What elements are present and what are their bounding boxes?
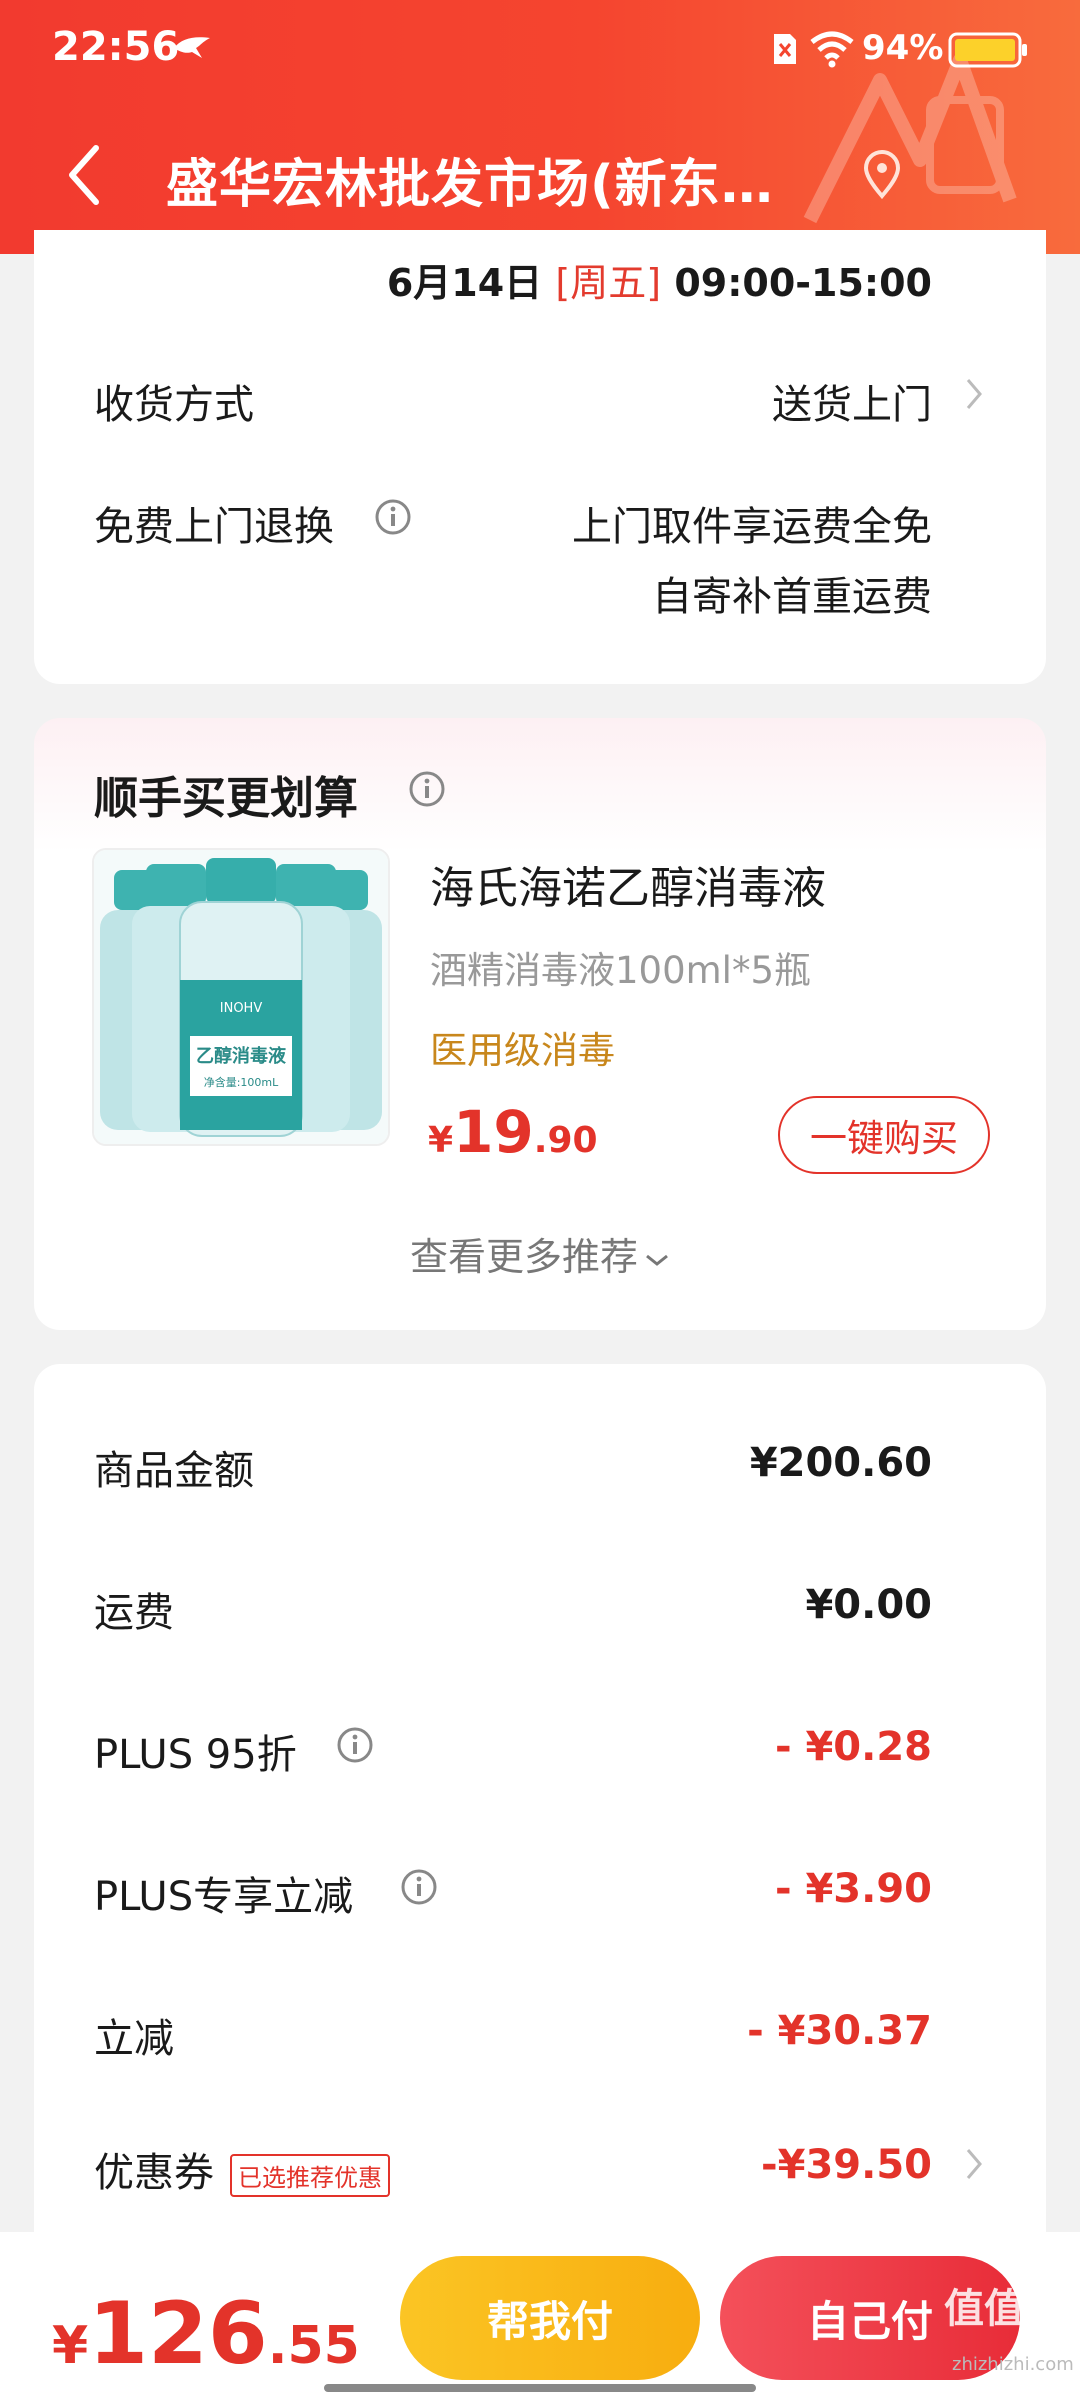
one-click-buy-button[interactable]: 一键购买 <box>778 1096 990 1174</box>
goods-amount-value: ¥200.60 <box>749 1440 932 1486</box>
info-icon[interactable] <box>408 770 446 808</box>
plus95-label: PLUS 95折 <box>94 1732 297 1778</box>
coupon-tag: 已选推荐优惠 <box>230 2153 390 2197</box>
info-icon[interactable] <box>400 1868 438 1906</box>
total-integer: 126 <box>88 2284 268 2384</box>
wifi-icon <box>810 31 854 68</box>
total-decimal: .55 <box>267 2316 360 2376</box>
battery-icon <box>948 32 1027 68</box>
bottle-label-text: 乙醇消毒液 <box>196 1045 287 1067</box>
goods-amount-label: 商品金额 <box>94 1448 254 1494</box>
nav-bar: 盛华宏林批发市场(新东… <box>0 120 1080 230</box>
total-price: ¥126.55 <box>52 2284 360 2384</box>
plus-reduce-label: PLUS专享立减 <box>94 1874 354 1920</box>
shipping-method-value: 送货上门 <box>772 382 932 428</box>
product-name[interactable]: 海氏海诺乙醇消毒液 <box>430 852 826 916</box>
plus-reduce-value: - ¥3.90 <box>774 1866 932 1912</box>
plus95-value: - ¥0.28 <box>774 1724 932 1770</box>
info-icon[interactable] <box>374 498 412 536</box>
watermark-url: zhizhizhi.com <box>952 2354 1074 2375</box>
price-integer: 19 <box>453 1098 534 1166</box>
delivery-time-range: 09:00-15:00 <box>674 261 932 305</box>
product-image[interactable]: INOHV 乙醇消毒液 净含量:100mL <box>92 848 390 1146</box>
delivery-weekday: [周五] <box>555 261 662 305</box>
page-title: 盛华宏林批发市场(新东… <box>166 155 774 215</box>
no-sim-icon <box>774 34 796 64</box>
instant-reduce-value: - ¥30.37 <box>747 2008 932 2054</box>
instant-reduce-label: 立减 <box>94 2016 174 2062</box>
freight-label: 运费 <box>94 1590 174 1636</box>
coupon-label-wrap: 优惠券 已选推荐优惠 <box>94 2140 390 2198</box>
bottle-brand-label: INOHV <box>220 1001 263 1016</box>
recommend-card: 顺手买更划算 INOHV 乙醇消毒液 净含量:100mL 海氏海诺乙醇消毒液 酒… <box>34 718 1046 1330</box>
free-return-value-1: 上门取件享运费全免 <box>572 504 932 550</box>
info-icon[interactable] <box>336 1726 374 1764</box>
price-decimal: .90 <box>533 1120 598 1161</box>
recommend-title: 顺手买更划算 <box>94 773 358 824</box>
delivery-date: 6月14日 <box>386 261 543 305</box>
battery-percent: 94% <box>862 28 944 68</box>
header: 22:56 94% 盛华宏林批发市场(新东… <box>0 0 1080 254</box>
coupon-value: -¥39.50 <box>761 2142 932 2188</box>
chevron-down-icon <box>646 1254 668 1266</box>
product-price: ¥19.90 <box>428 1098 598 1166</box>
coupon-label: 优惠券 <box>94 2150 214 2196</box>
chevron-right-icon <box>966 379 982 409</box>
more-recommend-link[interactable]: 查看更多推荐 <box>34 1226 1046 1281</box>
free-return-label: 免费上门退换 <box>94 504 334 550</box>
product-spec: 酒精消毒液100ml*5瓶 <box>430 949 811 992</box>
back-arrow-icon[interactable] <box>60 142 110 208</box>
total-symbol: ¥ <box>52 2316 89 2376</box>
free-return-value-2: 自寄补首重运费 <box>652 574 932 620</box>
chevron-right-icon <box>966 2149 982 2179</box>
location-pin-icon[interactable] <box>862 150 902 200</box>
shipping-card: 6月14日 [周五] 09:00-15:00 收货方式 送货上门 免费上门退换 … <box>34 230 1046 684</box>
home-indicator[interactable] <box>324 2384 756 2392</box>
watermark: 值值值 <box>944 2286 1064 2332</box>
shipping-method-label: 收货方式 <box>94 382 254 428</box>
notification-bird-icon <box>174 37 210 58</box>
status-bar: 22:56 94% <box>0 0 1080 100</box>
product-tag: 医用级消毒 <box>430 1029 615 1072</box>
help-me-pay-button[interactable]: 帮我付 <box>400 2256 700 2380</box>
checkout-bar: ¥126.55 帮我付 自己付 <box>0 2232 1080 2400</box>
bottle-volume-text: 净含量:100mL <box>204 1075 279 1089</box>
disinfectant-bottles-image: INOHV 乙醇消毒液 净含量:100mL <box>94 850 388 1144</box>
status-time: 22:56 <box>52 24 180 70</box>
price-symbol: ¥ <box>428 1120 454 1161</box>
freight-value: ¥0.00 <box>805 1582 932 1628</box>
delivery-time[interactable]: 6月14日 [周五] 09:00-15:00 <box>387 252 932 307</box>
more-recommend-label: 查看更多推荐 <box>409 1235 638 1279</box>
